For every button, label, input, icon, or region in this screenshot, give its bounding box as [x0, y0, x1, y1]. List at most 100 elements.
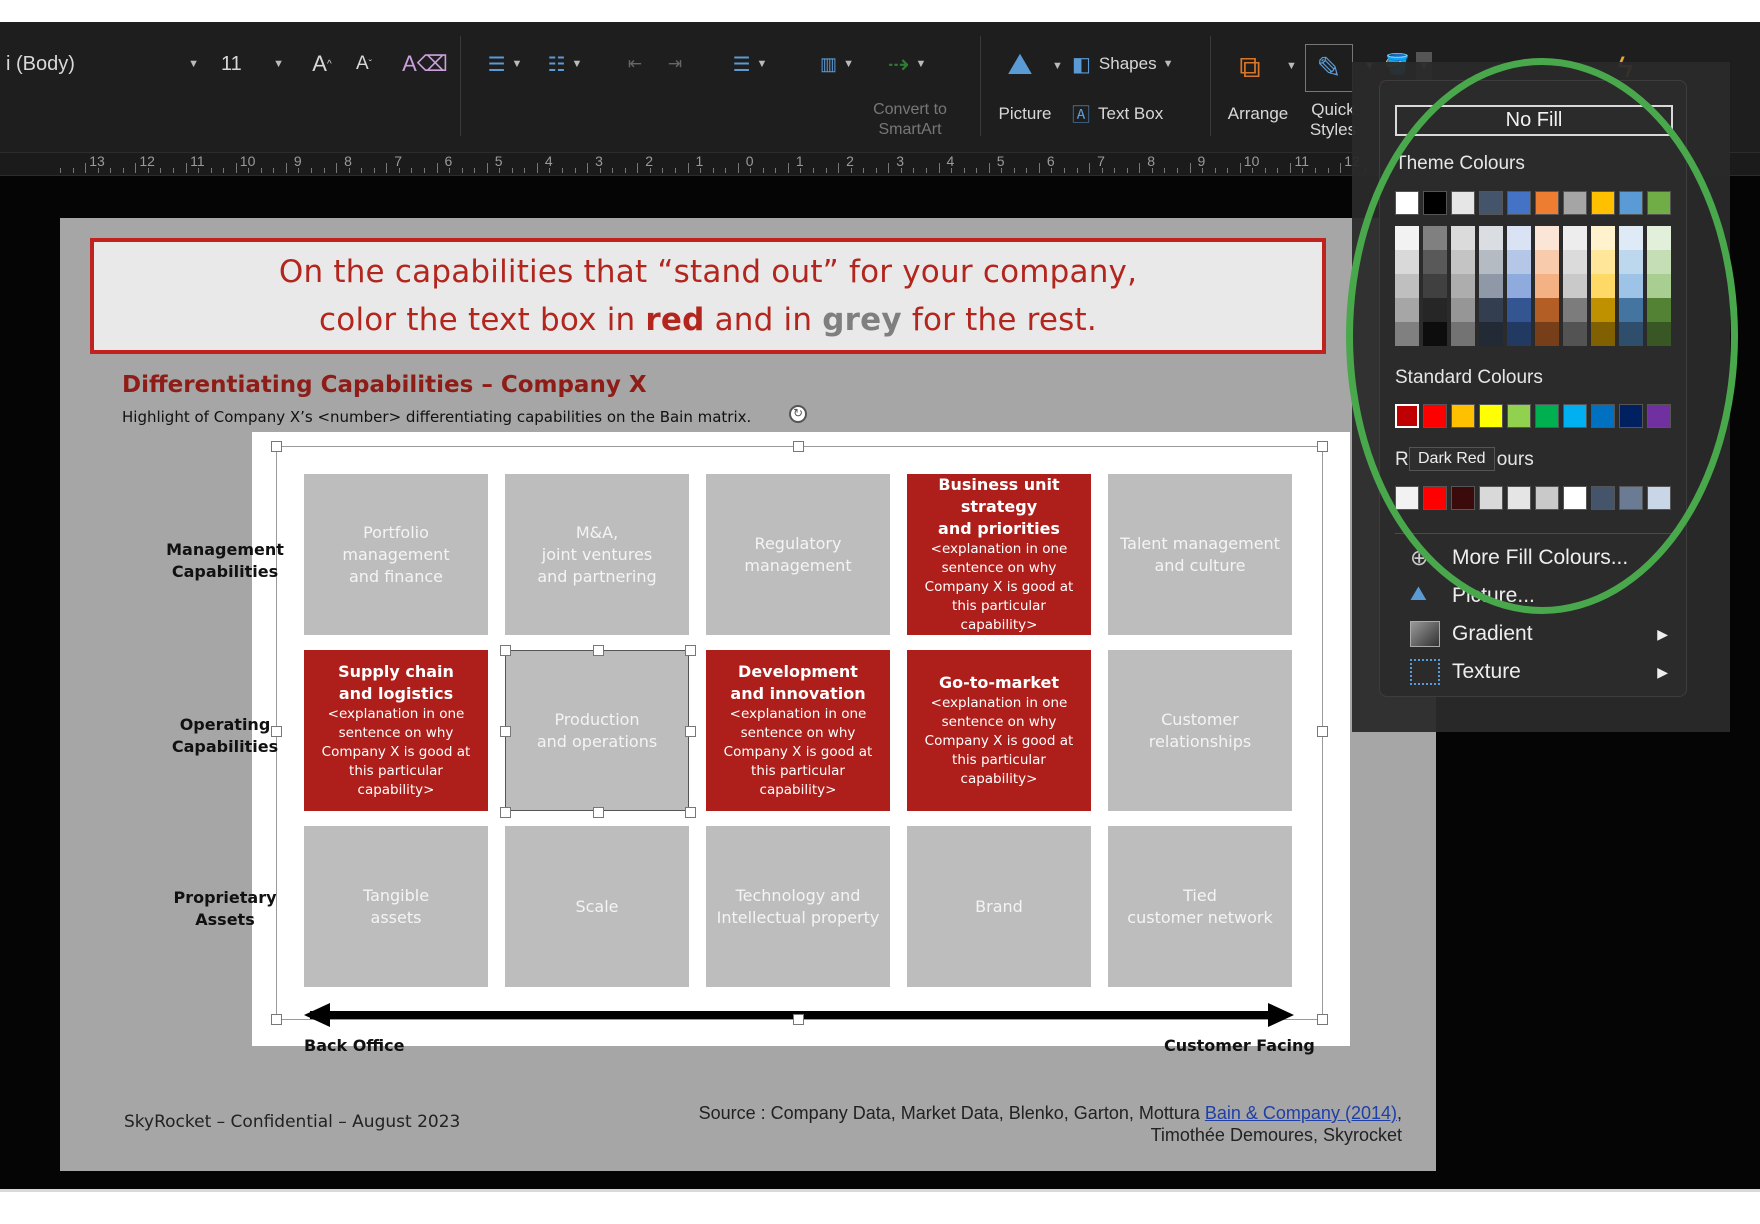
resize-handle[interactable] [1317, 1014, 1328, 1025]
capability-cell[interactable]: Business unit strategy and priorities <ex… [907, 474, 1091, 635]
ruler-tick [1013, 168, 1015, 173]
capability-cell[interactable]: Technology and Intellectual property [706, 826, 890, 987]
resize-handle[interactable] [685, 645, 696, 656]
capability-cell[interactable]: M&A, joint ventures and partnering [505, 474, 689, 635]
submenu-arrow-icon: ▶ [1657, 625, 1668, 642]
font-size-dropdown[interactable]: 11 ▼ [215, 46, 290, 82]
grow-font-button[interactable]: A ^ [308, 48, 336, 80]
ruler-tick [1064, 168, 1065, 173]
ruler-tick [1227, 168, 1229, 173]
resize-handle[interactable] [271, 441, 282, 452]
ruler-number: 6 [444, 153, 453, 169]
ruler-number: 2 [846, 153, 854, 169]
ruler-tick [1327, 168, 1329, 173]
ruler-tick [474, 168, 476, 173]
capability-cell[interactable]: Brand [907, 826, 1091, 987]
bullets-button[interactable]: ☰ ▼ [480, 48, 530, 80]
capability-explanation: <explanation in one sentence on why Comp… [321, 706, 471, 798]
resize-handle[interactable] [1317, 441, 1328, 452]
banner-text: and in [704, 302, 823, 338]
ruler-tick [97, 168, 99, 173]
ruler-tick [900, 168, 902, 173]
picture-button[interactable]: Picture [990, 98, 1060, 130]
capability-cell[interactable]: Go-to-market <explanation in one sentence… [907, 650, 1091, 811]
ruler-tick [223, 168, 225, 173]
ribbon-separator [980, 36, 981, 136]
capability-cell[interactable]: Regulatory management [706, 474, 890, 635]
row-label-proprietary: Proprietary Assets [173, 888, 277, 929]
ruler-tick [1214, 168, 1216, 173]
resize-handle[interactable] [593, 807, 604, 818]
numbering-button[interactable]: ☷ ▼ [540, 48, 590, 80]
resize-handle[interactable] [1317, 726, 1328, 737]
capability-cell[interactable]: Development and innovation <explanation i… [706, 650, 890, 811]
increase-indent-button[interactable]: ⇥ [660, 48, 690, 80]
capability-cell[interactable]: Tied customer network [1108, 826, 1292, 987]
capability-cell[interactable]: Customer relationships [1108, 650, 1292, 811]
ruler-tick [963, 168, 965, 173]
ruler-tick [1076, 168, 1078, 173]
capability-cell[interactable]: Supply chain and logistics <explanation i… [304, 650, 488, 811]
resize-handle[interactable] [793, 441, 804, 452]
shrink-font-button[interactable]: Aˇ [350, 48, 378, 80]
capability-cell[interactable]: Talent management and culture [1108, 474, 1292, 635]
ruler-tick [988, 163, 990, 173]
ruler-tick [1164, 168, 1166, 173]
resize-handle[interactable] [685, 807, 696, 818]
resize-handle[interactable] [793, 1014, 804, 1025]
ruler-tick [398, 168, 400, 173]
line-spacing-icon: ☰ [732, 53, 751, 76]
ruler-tick [160, 168, 162, 173]
convert-smartart-button[interactable]: Convert to SmartArt [850, 98, 970, 142]
capability-title: Supply chain and logistics [338, 662, 454, 703]
ruler-tick [750, 168, 752, 173]
instruction-banner[interactable]: On the capabilities that “stand out” for… [90, 238, 1326, 354]
capability-title: Brand [975, 896, 1023, 916]
text-box-button[interactable]: 🄰 Text Box [1072, 98, 1202, 130]
source-link[interactable]: Bain & Company (2014) [1205, 1103, 1397, 1123]
capability-title: Development and innovation [730, 662, 866, 703]
resize-handle[interactable] [593, 645, 604, 656]
ruler-tick [825, 168, 827, 173]
resize-handle[interactable] [500, 645, 511, 656]
font-name-dropdown[interactable]: i (Body) ▼ [0, 46, 205, 82]
shapes-button[interactable]: ◧ Shapes ▼ [1072, 48, 1192, 80]
ruler-tick [1176, 168, 1178, 173]
capability-title: Business unit strategy and priorities [938, 475, 1060, 538]
ruler-tick [687, 163, 689, 173]
resize-handle[interactable] [271, 726, 282, 737]
ruler-tick [737, 163, 739, 173]
decrease-indent-button[interactable]: ⇤ [620, 48, 650, 80]
banner-text: color the text box in [319, 302, 646, 338]
rotate-handle-icon[interactable]: ↻ [789, 405, 807, 423]
line-spacing-button[interactable]: ☰ ▼ [725, 48, 775, 80]
ruler-tick [536, 163, 538, 173]
slide-subtitle[interactable]: Highlight of Company X’s <number> differ… [122, 408, 751, 426]
capability-cell[interactable]: Portfolio management and finance [304, 474, 488, 635]
resize-handle[interactable] [271, 1014, 282, 1025]
capability-cell[interactable]: Scale [505, 826, 689, 987]
clear-formatting-button[interactable]: A⌫ [402, 48, 448, 80]
texture-item[interactable]: Texture ▶ [1410, 657, 1680, 687]
capability-title: Tied customer network [1127, 885, 1273, 927]
resize-handle[interactable] [685, 726, 696, 737]
text-box-icon: 🄰 [1072, 105, 1090, 125]
resize-handle[interactable] [500, 807, 511, 818]
text-box-label: Text Box [1098, 104, 1164, 123]
ruler-tick [486, 163, 488, 173]
ruler-tick [449, 168, 451, 173]
arrange-button[interactable]: Arrange [1222, 98, 1294, 130]
ruler-tick [1139, 163, 1141, 173]
capability-explanation: <explanation in one sentence on why Comp… [924, 695, 1074, 787]
gradient-item[interactable]: Gradient ▶ [1410, 619, 1680, 649]
capability-cell[interactable]: Production and operations [505, 650, 689, 811]
capability-cell[interactable]: Tangible assets [304, 826, 488, 987]
columns-button[interactable]: ▥ ▼ [812, 48, 862, 80]
ruler-number: 8 [344, 153, 352, 169]
smartart-graphic-icon: ⇢ ▼ [887, 48, 927, 79]
slide-title[interactable]: Differentiating Capabilities – Company X [122, 372, 647, 398]
ruler-number: 7 [394, 153, 403, 169]
chevron-down-icon: ▼ [273, 58, 284, 70]
resize-handle[interactable] [500, 726, 511, 737]
ruler-number: 0 [745, 153, 754, 169]
